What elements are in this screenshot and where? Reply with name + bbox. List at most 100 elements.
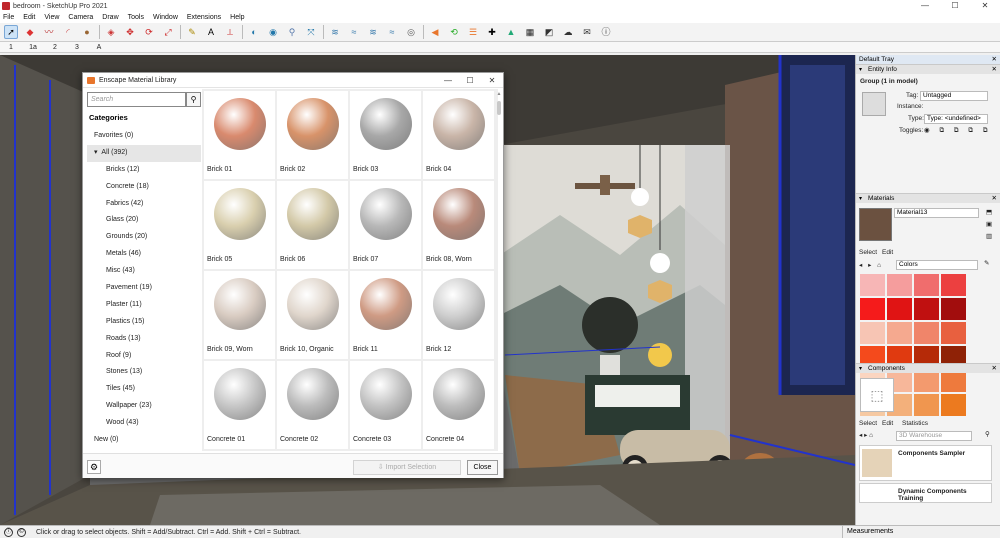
scene-tab-1[interactable]: 1	[0, 44, 22, 51]
material-pane-icon[interactable]: ▣	[986, 220, 992, 228]
components-header[interactable]: Components✕	[856, 363, 1000, 374]
material-card[interactable]: Concrete 01	[204, 361, 275, 449]
enscape-assets-icon[interactable]: ✚	[485, 25, 499, 39]
enscape-material-icon[interactable]: ▦	[523, 25, 537, 39]
components-search-icon[interactable]: ⚲	[985, 430, 990, 438]
category-wallpaper[interactable]: Wallpaper (23)	[87, 398, 201, 415]
material-create-icon[interactable]: ⬒	[986, 208, 992, 216]
category-plaster[interactable]: Plaster (11)	[87, 297, 201, 314]
import-selection-button[interactable]: ⇩ Import Selection	[353, 460, 461, 475]
color-swatch[interactable]	[887, 298, 912, 320]
category-bricks[interactable]: Bricks (12)	[87, 162, 201, 179]
menu-tools[interactable]: Tools	[128, 14, 144, 21]
materials-edit-tab[interactable]: Edit	[882, 249, 893, 256]
color-swatch[interactable]	[941, 298, 966, 320]
warehouse-search-input[interactable]: 3D Warehouse	[896, 431, 972, 441]
scene-tab-3[interactable]: 3	[66, 44, 88, 51]
materials-select-tab[interactable]: Select	[859, 249, 877, 256]
menu-extensions[interactable]: Extensions	[187, 14, 221, 21]
select-tool-icon[interactable]: ➚	[4, 25, 18, 39]
scene-tab-a[interactable]: A	[88, 44, 110, 51]
enscape-info-icon[interactable]: ⓘ	[599, 25, 613, 39]
maximize-button[interactable]: ☐	[940, 0, 970, 12]
category-fabrics[interactable]: Fabrics (42)	[87, 196, 201, 213]
color-swatch[interactable]	[914, 274, 939, 296]
entity-info-header[interactable]: Entity Info✕	[856, 64, 1000, 75]
drape-tool-icon[interactable]: ≈	[385, 25, 399, 39]
menu-help[interactable]: Help	[230, 14, 244, 21]
material-card[interactable]: Brick 08, Worn	[423, 181, 494, 269]
nav-back-forward-home-icons[interactable]: ◂ ▸ ⌂	[859, 261, 883, 269]
material-default-icon[interactable]: ▥	[986, 232, 992, 240]
category-misc[interactable]: Misc (43)	[87, 263, 201, 280]
category-metals[interactable]: Metals (46)	[87, 246, 201, 263]
menu-edit[interactable]: Edit	[23, 14, 35, 21]
category-all[interactable]: ▾ All (392)	[87, 144, 201, 162]
color-swatch[interactable]	[941, 322, 966, 344]
style-icon[interactable]: ◎	[404, 25, 418, 39]
material-card[interactable]: Brick 05	[204, 181, 275, 269]
color-swatch[interactable]	[860, 298, 885, 320]
line-tool-icon[interactable]: 〰	[42, 25, 56, 39]
category-plastics[interactable]: Plastics (15)	[87, 314, 201, 331]
component-item-sampler[interactable]: Components Sampler	[859, 445, 992, 481]
entity-info-close-icon[interactable]: ✕	[992, 65, 997, 75]
components-select-tab[interactable]: Select	[859, 420, 877, 427]
paint-bucket-icon[interactable]: ◐	[247, 25, 261, 39]
search-icon[interactable]: ⚲	[186, 92, 201, 107]
category-glass[interactable]: Glass (20)	[87, 212, 201, 229]
push-pull-icon[interactable]: ◈	[104, 25, 118, 39]
grid-scrollbar[interactable]: ▲	[496, 91, 502, 451]
enscape-sync-icon[interactable]: ⟲	[447, 25, 461, 39]
search-input[interactable]: Search	[87, 92, 186, 107]
material-card[interactable]: Brick 11	[350, 271, 421, 359]
material-card[interactable]: Concrete 03	[350, 361, 421, 449]
enscape-upload-icon[interactable]: ☁	[561, 25, 575, 39]
zoom-extents-icon[interactable]: ⤧	[304, 25, 318, 39]
scale-tool-icon[interactable]: ⤢	[161, 25, 175, 39]
color-swatch[interactable]	[860, 274, 885, 296]
category-stones[interactable]: Stones (13)	[87, 364, 201, 381]
dialog-maximize-button[interactable]: ☐	[459, 73, 481, 88]
category-new[interactable]: New (0)	[87, 432, 201, 449]
materials-header[interactable]: Materials✕	[856, 193, 1000, 204]
material-card[interactable]: Concrete 02	[277, 361, 348, 449]
zoom-tool-icon[interactable]: ⚲	[285, 25, 299, 39]
visibility-toggle-icons[interactable]: ◉ ⧉ ⧉ ⧉ ⧉	[924, 126, 991, 135]
scroll-thumb[interactable]	[497, 101, 501, 115]
entity-material-swatch[interactable]	[862, 92, 886, 116]
category-grounds[interactable]: Grounds (20)	[87, 229, 201, 246]
material-card[interactable]: Brick 10, Organic	[277, 271, 348, 359]
menu-camera[interactable]: Camera	[68, 14, 93, 21]
material-card[interactable]: Brick 07	[350, 181, 421, 269]
enscape-start-icon[interactable]: ◀	[428, 25, 442, 39]
material-name-field[interactable]: Material13	[894, 208, 979, 218]
material-card[interactable]: Brick 03	[350, 91, 421, 179]
smoove-tool-icon[interactable]: ≈	[347, 25, 361, 39]
menu-window[interactable]: Window	[153, 14, 178, 21]
scroll-up-icon[interactable]: ▲	[496, 91, 502, 97]
material-card[interactable]: Brick 01	[204, 91, 275, 179]
credits-icon[interactable]: ©	[17, 527, 26, 537]
category-favorites[interactable]: Favorites (0)	[87, 128, 201, 145]
close-dialog-button[interactable]: Close	[467, 460, 498, 475]
category-roof[interactable]: Roof (9)	[87, 348, 201, 365]
rotate-tool-icon[interactable]: ⟳	[142, 25, 156, 39]
library-select[interactable]: Colors	[896, 260, 978, 270]
category-wood[interactable]: Wood (43)	[87, 415, 201, 432]
components-nav-icons[interactable]: ◂ ▸ ⌂	[859, 431, 873, 439]
scene-tab-1a[interactable]: 1a	[22, 44, 44, 51]
category-pavement[interactable]: Pavement (19)	[87, 280, 201, 297]
eraser-tool-icon[interactable]: ◆	[23, 25, 37, 39]
color-swatch[interactable]	[887, 274, 912, 296]
color-swatch[interactable]	[914, 298, 939, 320]
geo-location-icon[interactable]: ⓘ	[4, 527, 13, 537]
component-preview-icon[interactable]: ⬚	[860, 378, 894, 412]
color-swatch[interactable]	[887, 322, 912, 344]
menu-view[interactable]: View	[44, 14, 59, 21]
current-material-swatch[interactable]	[859, 208, 892, 241]
material-card[interactable]: Brick 12	[423, 271, 494, 359]
dialog-minimize-button[interactable]: —	[437, 73, 459, 88]
component-item-dynamic[interactable]: Dynamic Components Training	[859, 483, 992, 503]
color-swatch[interactable]	[914, 322, 939, 344]
